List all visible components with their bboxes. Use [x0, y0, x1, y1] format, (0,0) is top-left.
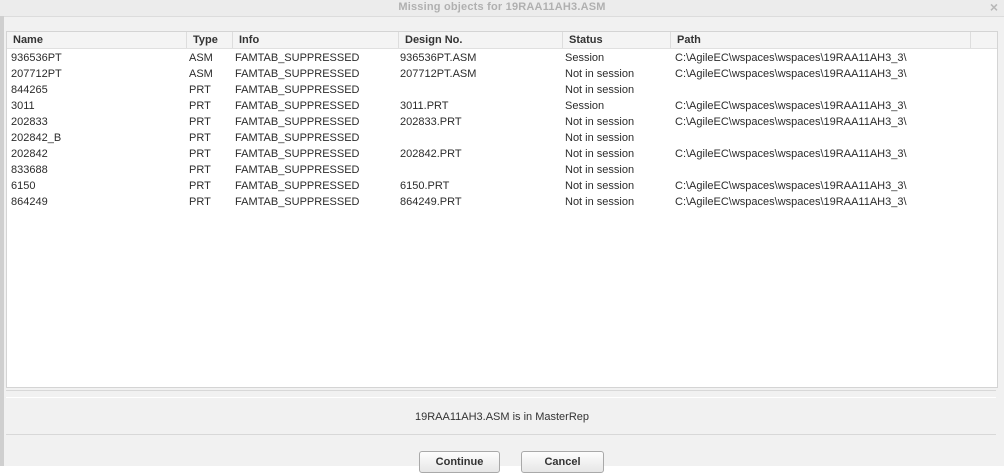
table-row[interactable]: 202833 PRT FAMTAB_SUPPRESSED 202833.PRT …: [7, 114, 997, 130]
close-icon[interactable]: ×: [990, 0, 998, 15]
cell-info: FAMTAB_SUPPRESSED: [235, 196, 360, 208]
cell-type: PRT: [189, 148, 211, 160]
footer-divider-highlight: [6, 397, 996, 398]
cell-status: Not in session: [565, 148, 635, 160]
cell-path: C:\AgileEC\wspaces\wspaces\19RAA11AH3_3\: [675, 100, 907, 112]
continue-button[interactable]: Continue: [419, 451, 500, 473]
cell-info: FAMTAB_SUPPRESSED: [235, 148, 360, 160]
footer-divider-top: [6, 390, 996, 391]
column-header-name[interactable]: Name: [7, 32, 187, 48]
cell-info: FAMTAB_SUPPRESSED: [235, 52, 360, 64]
cell-path: C:\AgileEC\wspaces\wspaces\19RAA11AH3_3\: [675, 52, 907, 64]
cell-name: 3011: [11, 100, 35, 112]
table-row[interactable]: 6150 PRT FAMTAB_SUPPRESSED 6150.PRT Not …: [7, 178, 997, 194]
cell-path: C:\AgileEC\wspaces\wspaces\19RAA11AH3_3\: [675, 148, 907, 160]
cell-design-no: 864249.PRT: [400, 196, 462, 208]
table-row[interactable]: 844265 PRT FAMTAB_SUPPRESSED Not in sess…: [7, 82, 997, 98]
status-message: 19RAA11AH3.ASM is in MasterRep: [414, 411, 590, 423]
missing-objects-dialog: Missing objects for 19RAA11AH3.ASM × Nam…: [0, 0, 1004, 473]
cell-design-no: 936536PT.ASM: [400, 52, 477, 64]
cell-name: 864249: [11, 196, 48, 208]
cell-name: 844265: [11, 84, 48, 96]
cell-type: PRT: [189, 132, 211, 144]
table-row[interactable]: 864249 PRT FAMTAB_SUPPRESSED 864249.PRT …: [7, 194, 997, 210]
cell-status: Session: [565, 100, 605, 112]
cell-name: 6150: [11, 180, 36, 192]
cell-status: Session: [565, 52, 605, 64]
cell-path: C:\AgileEC\wspaces\wspaces\19RAA11AH3_3\: [675, 116, 907, 128]
cell-type: PRT: [189, 116, 211, 128]
cell-status: Not in session: [565, 196, 635, 208]
cell-type: ASM: [189, 68, 213, 80]
column-header-filler: [971, 32, 997, 48]
cell-design-no: 6150.PRT: [400, 180, 450, 192]
cell-status: Not in session: [565, 164, 635, 176]
cell-design-no: 202833.PRT: [400, 116, 462, 128]
cell-design-no: [400, 130, 560, 146]
dialog-title: Missing objects for 19RAA11AH3.ASM: [398, 1, 606, 13]
cell-status: Not in session: [565, 116, 635, 128]
column-header-info[interactable]: Info: [233, 32, 399, 48]
cell-type: PRT: [189, 100, 211, 112]
cell-status: Not in session: [565, 84, 635, 96]
cell-name: 833688: [11, 164, 48, 176]
cell-path: [675, 82, 995, 98]
footer-divider-bottom: [6, 434, 996, 435]
cell-type: ASM: [189, 52, 213, 64]
table-row[interactable]: 833688 PRT FAMTAB_SUPPRESSED Not in sess…: [7, 162, 997, 178]
cell-design-no: [400, 162, 560, 178]
table-header: Name Type Info Design No. Status Path: [7, 32, 997, 49]
cancel-button[interactable]: Cancel: [521, 451, 604, 473]
window-left-edge: [0, 16, 4, 466]
column-header-type[interactable]: Type: [187, 32, 233, 48]
cell-name: 202842: [11, 148, 48, 160]
cell-path: C:\AgileEC\wspaces\wspaces\19RAA11AH3_3\: [675, 180, 907, 192]
table-row[interactable]: 202842_B PRT FAMTAB_SUPPRESSED Not in se…: [7, 130, 997, 146]
cell-info: FAMTAB_SUPPRESSED: [235, 180, 360, 192]
cell-info: FAMTAB_SUPPRESSED: [235, 164, 360, 176]
cell-type: PRT: [189, 180, 211, 192]
title-bar[interactable]: Missing objects for 19RAA11AH3.ASM ×: [0, 0, 1004, 17]
cell-name: 202842_B: [11, 132, 62, 144]
table-row[interactable]: 202842 PRT FAMTAB_SUPPRESSED 202842.PRT …: [7, 146, 997, 162]
cell-path: C:\AgileEC\wspaces\wspaces\19RAA11AH3_3\: [675, 68, 907, 80]
cell-status: Not in session: [565, 132, 635, 144]
cell-type: PRT: [189, 84, 211, 96]
cell-name: 202833: [11, 116, 48, 128]
column-header-status[interactable]: Status: [563, 32, 671, 48]
table-body: 936536PT ASM FAMTAB_SUPPRESSED 936536PT.…: [7, 50, 997, 210]
cell-info: FAMTAB_SUPPRESSED: [235, 116, 360, 128]
column-header-path[interactable]: Path: [671, 32, 971, 48]
cell-path: [675, 162, 995, 178]
table-row[interactable]: 207712PT ASM FAMTAB_SUPPRESSED 207712PT.…: [7, 66, 997, 82]
cell-type: PRT: [189, 164, 211, 176]
cell-name: 207712PT: [11, 68, 62, 80]
cell-info: FAMTAB_SUPPRESSED: [235, 132, 360, 144]
cell-name: 936536PT: [11, 52, 62, 64]
cell-status: Not in session: [565, 68, 635, 80]
cell-path: [675, 130, 995, 146]
cell-design-no: 3011.PRT: [400, 100, 449, 112]
cell-design-no: [400, 82, 560, 98]
table-row[interactable]: 3011 PRT FAMTAB_SUPPRESSED 3011.PRT Sess…: [7, 98, 997, 114]
cell-info: FAMTAB_SUPPRESSED: [235, 68, 360, 80]
cell-design-no: 202842.PRT: [400, 148, 462, 160]
cell-type: PRT: [189, 196, 211, 208]
missing-objects-table: Name Type Info Design No. Status Path 93…: [6, 31, 998, 388]
cell-status: Not in session: [565, 180, 635, 192]
column-header-design-no[interactable]: Design No.: [399, 32, 563, 48]
table-row[interactable]: 936536PT ASM FAMTAB_SUPPRESSED 936536PT.…: [7, 50, 997, 66]
cell-design-no: 207712PT.ASM: [400, 68, 477, 80]
cell-info: FAMTAB_SUPPRESSED: [235, 100, 360, 112]
cell-path: C:\AgileEC\wspaces\wspaces\19RAA11AH3_3\: [675, 196, 907, 208]
cell-info: FAMTAB_SUPPRESSED: [235, 84, 360, 96]
